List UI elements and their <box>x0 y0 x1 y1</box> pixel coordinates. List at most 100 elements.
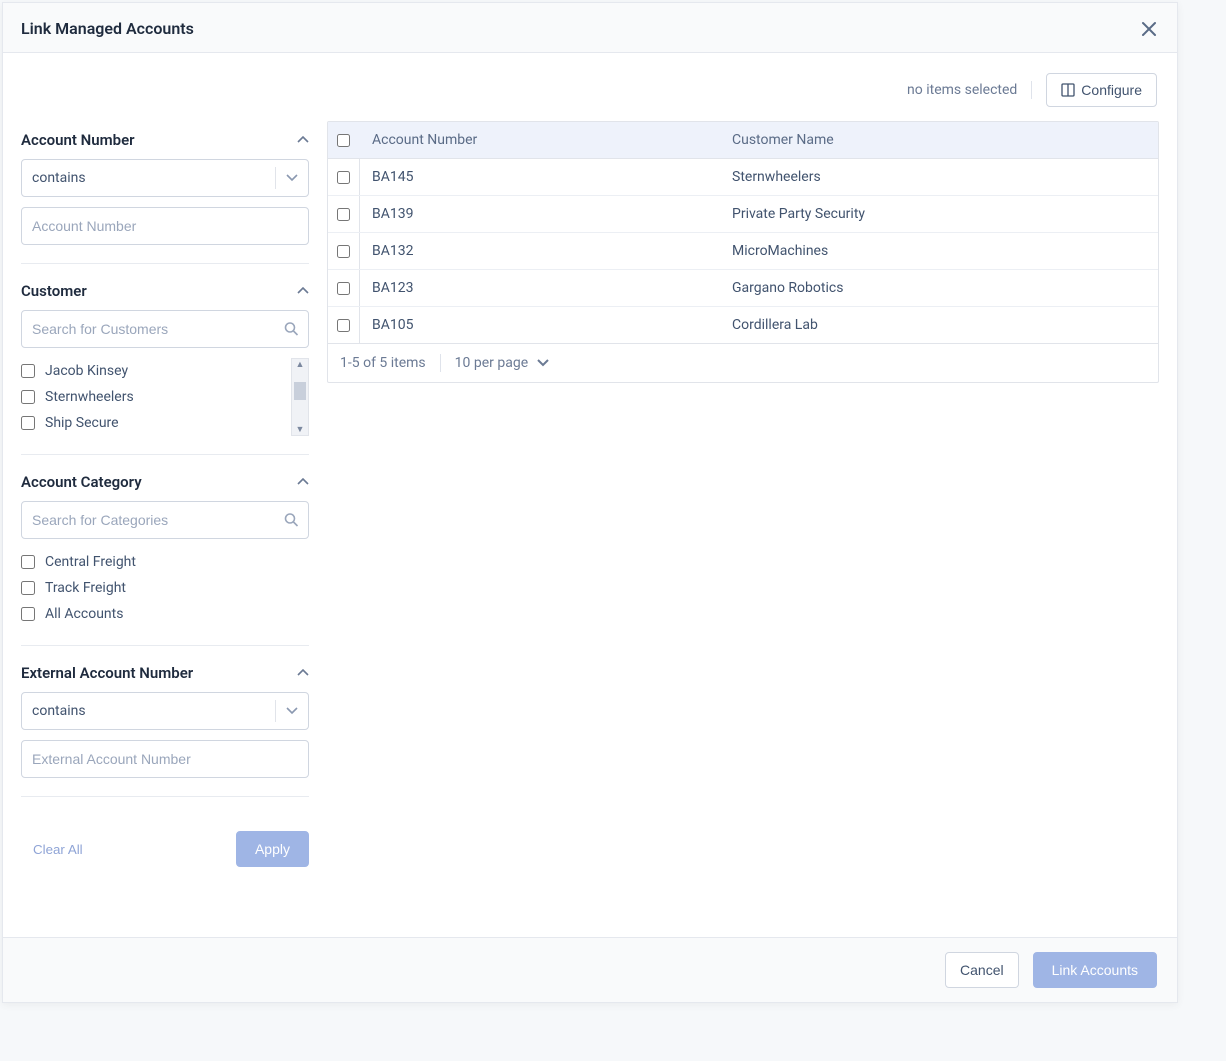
divider <box>440 354 441 372</box>
checkbox[interactable] <box>21 607 35 621</box>
scrollbar[interactable]: ▲ ▼ <box>291 358 309 436</box>
category-options: Central Freight Track Freight All Accoun… <box>21 549 309 627</box>
chevron-up-icon <box>297 287 309 295</box>
cell-account-number: BA105 <box>360 307 720 343</box>
column-customer-name[interactable]: Customer Name <box>720 122 1158 158</box>
divider <box>275 700 276 722</box>
row-checkbox[interactable] <box>337 282 350 295</box>
row-select-cell <box>328 159 360 195</box>
category-option[interactable]: Central Freight <box>21 549 309 575</box>
checkbox[interactable] <box>21 416 35 430</box>
per-page-select[interactable]: 10 per page <box>455 355 550 371</box>
table-row[interactable]: BA105 Cordillera Lab <box>328 307 1158 343</box>
filter-title: Account Category <box>21 473 142 491</box>
close-icon[interactable] <box>1141 21 1157 37</box>
modal-title: Link Managed Accounts <box>21 19 194 38</box>
row-checkbox[interactable] <box>337 171 350 184</box>
cell-customer-name: MicroMachines <box>720 233 1158 269</box>
cell-account-number: BA132 <box>360 233 720 269</box>
cancel-button[interactable]: Cancel <box>945 952 1019 988</box>
filter-account-category: Account Category Central Freight Track F… <box>21 473 309 646</box>
search-icon <box>284 322 299 337</box>
pagination-range: 1-5 of 5 items <box>340 355 426 371</box>
filter-actions: Clear All Apply <box>21 815 309 867</box>
row-select-cell <box>328 270 360 306</box>
row-checkbox[interactable] <box>337 245 350 258</box>
scroll-down-icon[interactable]: ▼ <box>296 424 305 435</box>
modal-footer: Cancel Link Accounts <box>3 937 1177 1002</box>
link-managed-accounts-modal: Link Managed Accounts no items selected … <box>2 2 1178 1003</box>
filter-header[interactable]: Account Number <box>21 131 309 149</box>
cell-customer-name: Sternwheelers <box>720 159 1158 195</box>
apply-button[interactable]: Apply <box>236 831 309 867</box>
accounts-table: Account Number Customer Name BA145 Stern… <box>327 121 1159 383</box>
configure-label: Configure <box>1081 82 1142 98</box>
link-accounts-button[interactable]: Link Accounts <box>1033 952 1157 988</box>
customer-option[interactable]: Sternwheelers <box>21 384 289 410</box>
cell-account-number: BA139 <box>360 196 720 232</box>
filter-title: Customer <box>21 282 87 300</box>
row-checkbox[interactable] <box>337 208 350 221</box>
checkbox[interactable] <box>21 390 35 404</box>
chevron-up-icon <box>297 136 309 144</box>
table-footer: 1-5 of 5 items 10 per page <box>328 343 1158 382</box>
customer-options: Jacob Kinsey Sternwheelers Ship Secure ▲… <box>21 358 309 436</box>
operator-select[interactable]: contains <box>21 159 309 197</box>
cell-customer-name: Private Party Security <box>720 196 1158 232</box>
select-all-checkbox[interactable] <box>337 134 350 147</box>
cell-account-number: BA123 <box>360 270 720 306</box>
filter-title: Account Number <box>21 131 135 149</box>
results-panel: Account Number Customer Name BA145 Stern… <box>327 107 1177 937</box>
row-select-cell <box>328 307 360 343</box>
account-number-input[interactable] <box>21 207 309 245</box>
chevron-up-icon <box>297 478 309 486</box>
category-option[interactable]: Track Freight <box>21 575 309 601</box>
table-row[interactable]: BA139 Private Party Security <box>328 196 1158 233</box>
category-search-input[interactable] <box>21 501 309 539</box>
filters-sidebar: Account Number contains <box>3 107 327 937</box>
toolbar: no items selected Configure <box>3 53 1177 107</box>
customer-option[interactable]: Ship Secure <box>21 410 289 436</box>
chevron-down-icon <box>536 358 550 368</box>
configure-button[interactable]: Configure <box>1046 73 1157 107</box>
customer-search-input[interactable] <box>21 310 309 348</box>
scroll-up-icon[interactable]: ▲ <box>296 359 305 370</box>
filter-header[interactable]: Account Category <box>21 473 309 491</box>
chevron-down-icon <box>286 707 298 715</box>
divider <box>275 167 276 189</box>
filter-customer: Customer Jacob Kinsey Sternwheelers Ship… <box>21 282 309 455</box>
table-body: BA145 Sternwheelers BA139 Private Party … <box>328 159 1158 343</box>
cell-customer-name: Gargano Robotics <box>720 270 1158 306</box>
external-account-number-input[interactable] <box>21 740 309 778</box>
selection-count: no items selected <box>907 82 1017 98</box>
per-page-label: 10 per page <box>455 355 528 371</box>
operator-value: contains <box>32 170 86 186</box>
chevron-down-icon <box>286 174 298 182</box>
row-select-cell <box>328 196 360 232</box>
cell-customer-name: Cordillera Lab <box>720 307 1158 343</box>
modal-body: Account Number contains <box>3 107 1177 937</box>
row-select-cell <box>328 233 360 269</box>
row-checkbox[interactable] <box>337 319 350 332</box>
clear-all-button[interactable]: Clear All <box>21 833 95 866</box>
divider <box>1031 81 1032 99</box>
cell-account-number: BA145 <box>360 159 720 195</box>
select-all-cell <box>328 122 360 158</box>
table-row[interactable]: BA123 Gargano Robotics <box>328 270 1158 307</box>
category-option[interactable]: All Accounts <box>21 601 309 627</box>
checkbox[interactable] <box>21 364 35 378</box>
filter-header[interactable]: External Account Number <box>21 664 309 682</box>
search-icon <box>284 513 299 528</box>
checkbox[interactable] <box>21 581 35 595</box>
table-row[interactable]: BA132 MicroMachines <box>328 233 1158 270</box>
checkbox[interactable] <box>21 555 35 569</box>
filter-title: External Account Number <box>21 664 193 682</box>
filter-header[interactable]: Customer <box>21 282 309 300</box>
filter-external-account-number: External Account Number contains <box>21 664 309 797</box>
chevron-up-icon <box>297 669 309 677</box>
customer-option[interactable]: Jacob Kinsey <box>21 358 289 384</box>
column-account-number[interactable]: Account Number <box>360 122 720 158</box>
operator-select[interactable]: contains <box>21 692 309 730</box>
table-row[interactable]: BA145 Sternwheelers <box>328 159 1158 196</box>
scroll-thumb[interactable] <box>294 382 306 400</box>
